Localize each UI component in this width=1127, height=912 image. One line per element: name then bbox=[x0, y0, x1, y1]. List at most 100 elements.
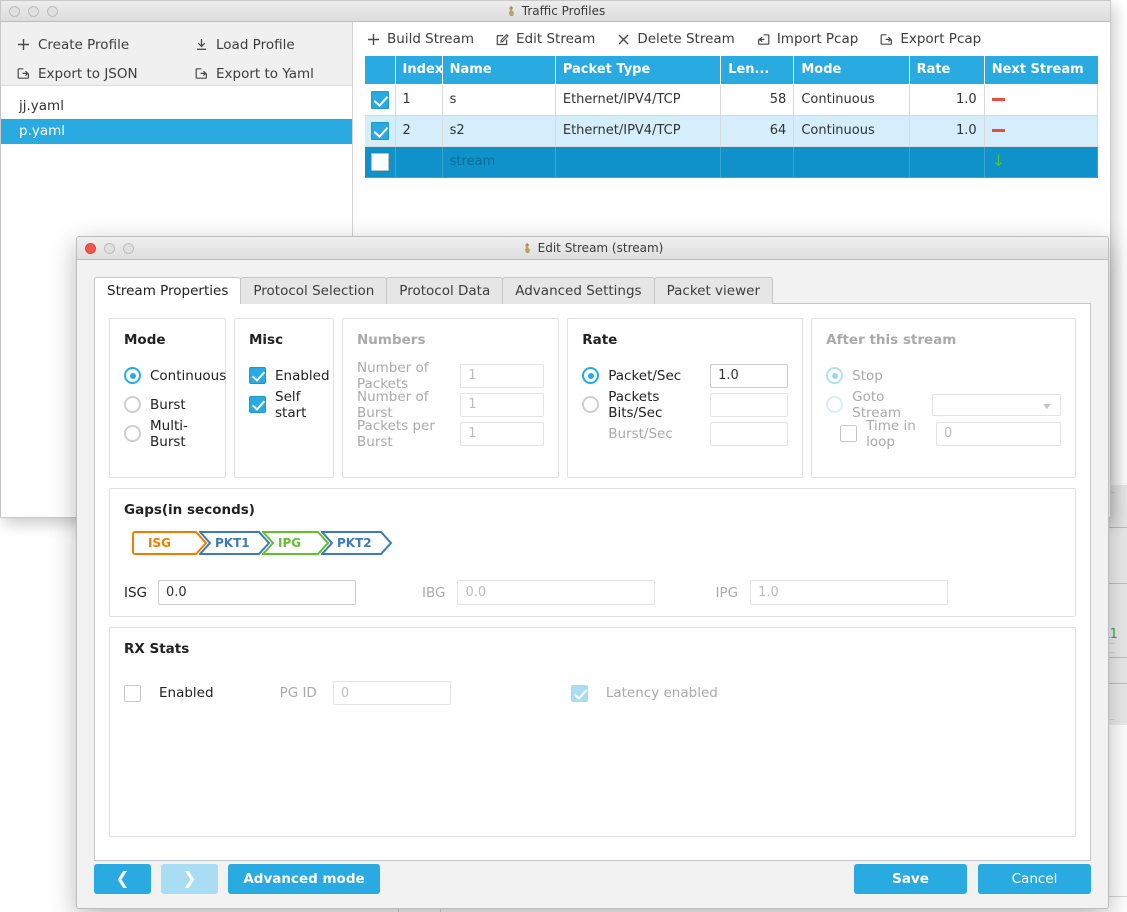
table-row[interactable]: 2 s2 Ethernet/IPV4/TCP 64 Continuous 1.0 bbox=[365, 115, 1099, 147]
export-to-json-button[interactable]: Export to JSON bbox=[1, 64, 181, 84]
row-checkbox-cell[interactable] bbox=[365, 115, 396, 147]
pg-id-input[interactable] bbox=[332, 681, 451, 705]
breadcrumb-ipg[interactable]: IPG bbox=[262, 531, 330, 555]
row-checkbox[interactable] bbox=[370, 90, 389, 109]
column-header-index[interactable]: Index bbox=[395, 56, 443, 85]
radio-icon[interactable] bbox=[826, 367, 844, 384]
cell-len: 64 bbox=[720, 115, 795, 147]
checkbox-icon[interactable] bbox=[249, 367, 266, 384]
tab-protocol-selection[interactable]: Protocol Selection bbox=[240, 277, 388, 304]
radio-packet-per-sec[interactable]: Packet/Sec bbox=[582, 367, 681, 384]
rx-stats-group: RX Stats Enabled PG ID Latency enabled bbox=[109, 627, 1076, 837]
radio-stop[interactable]: Stop bbox=[826, 361, 1061, 390]
advanced-mode-button[interactable]: Advanced mode bbox=[228, 864, 380, 894]
cell-index: 1 bbox=[395, 84, 443, 116]
time-in-loop-checkbox[interactable] bbox=[840, 425, 858, 442]
row-checkbox-cell[interactable] bbox=[365, 146, 396, 178]
ipg-input[interactable] bbox=[750, 580, 949, 605]
load-profile-button[interactable]: Load Profile bbox=[181, 35, 301, 55]
time-in-loop-input[interactable] bbox=[936, 421, 1061, 446]
export-to-yaml-button[interactable]: Export to Yaml bbox=[181, 64, 320, 84]
packet-per-sec-input[interactable] bbox=[710, 363, 789, 388]
breadcrumb-label: PKT2 bbox=[337, 536, 372, 550]
column-header-select[interactable] bbox=[365, 56, 396, 85]
column-header-name[interactable]: Name bbox=[442, 56, 556, 85]
radio-icon[interactable] bbox=[582, 396, 600, 413]
rx-enabled-checkbox[interactable] bbox=[124, 684, 141, 702]
checkbox-icon[interactable] bbox=[249, 396, 266, 413]
save-button[interactable]: Save bbox=[854, 864, 967, 894]
radio-mode-continuous[interactable]: Continuous bbox=[124, 361, 226, 390]
breadcrumb-label: IPG bbox=[278, 536, 302, 550]
radio-mode-burst[interactable]: Burst bbox=[124, 390, 211, 419]
checkbox-self-start[interactable]: Self start bbox=[249, 389, 319, 421]
import-icon bbox=[757, 33, 770, 46]
previous-button[interactable]: ❮ bbox=[94, 864, 151, 894]
mode-group-title: Mode bbox=[124, 332, 166, 348]
row-checkbox[interactable] bbox=[370, 121, 389, 140]
edit-stream-button[interactable]: Edit Stream bbox=[496, 31, 595, 47]
column-header-rate[interactable]: Rate bbox=[909, 56, 985, 85]
tab-advanced-settings[interactable]: Advanced Settings bbox=[502, 277, 655, 304]
number-of-packets-label: Number of Packets bbox=[357, 359, 429, 392]
radio-icon[interactable] bbox=[826, 396, 844, 413]
number-of-packets-row: Number of Packets bbox=[357, 359, 545, 392]
packets-per-burst-input[interactable] bbox=[460, 421, 545, 446]
create-profile-button[interactable]: Create Profile bbox=[1, 35, 181, 55]
ipg-label: IPG bbox=[715, 584, 739, 601]
isg-input[interactable] bbox=[158, 580, 356, 605]
radio-icon[interactable] bbox=[124, 425, 141, 442]
latency-enabled-checkbox[interactable] bbox=[570, 684, 588, 702]
tab-protocol-data[interactable]: Protocol Data bbox=[386, 277, 504, 304]
radio-packets-bits-per-sec-row: Packets Bits/Sec bbox=[582, 389, 789, 421]
numbers-group: Numbers Number of Packets Number of Burs… bbox=[342, 318, 560, 478]
build-stream-button[interactable]: Build Stream bbox=[367, 31, 474, 47]
burst-per-sec-row: Burst/Sec bbox=[582, 419, 789, 448]
column-header-next-stream[interactable]: Next Stream bbox=[984, 56, 1098, 85]
rx-stats-title: RX Stats bbox=[124, 641, 190, 657]
breadcrumb-isg[interactable]: ISG bbox=[132, 531, 208, 555]
tab-label: Stream Properties bbox=[107, 283, 229, 299]
radio-packets-bits-per-sec[interactable]: Packets Bits/Sec bbox=[582, 389, 710, 421]
tab-stream-properties[interactable]: Stream Properties bbox=[94, 277, 242, 304]
cell-len bbox=[720, 146, 795, 178]
row-checkbox-cell[interactable] bbox=[365, 84, 396, 116]
number-of-burst-input[interactable] bbox=[460, 392, 545, 417]
misc-group-title: Misc bbox=[249, 332, 284, 348]
column-header-len[interactable]: Len... bbox=[720, 56, 795, 85]
breadcrumb-pkt1[interactable]: PKT1 bbox=[199, 531, 271, 555]
number-of-packets-input[interactable] bbox=[460, 363, 545, 388]
delete-stream-button[interactable]: Delete Stream bbox=[617, 31, 735, 47]
plus-icon bbox=[17, 38, 30, 51]
radio-goto-stream[interactable]: Goto Stream bbox=[826, 389, 922, 421]
table-row[interactable]: stream ↓ bbox=[365, 146, 1099, 178]
cell-next-stream bbox=[984, 115, 1099, 147]
after-this-stream-group: After this stream Stop Goto Stream Time … bbox=[811, 318, 1076, 478]
ibg-input[interactable] bbox=[457, 580, 656, 605]
radio-icon[interactable] bbox=[582, 367, 600, 384]
burst-per-sec-input[interactable] bbox=[710, 421, 789, 446]
checkbox-enabled[interactable]: Enabled bbox=[249, 361, 330, 390]
build-stream-label: Build Stream bbox=[387, 31, 475, 47]
column-header-mode[interactable]: Mode bbox=[793, 56, 910, 85]
row-checkbox[interactable] bbox=[370, 152, 389, 171]
export-pcap-button[interactable]: Export Pcap bbox=[880, 31, 981, 47]
cancel-button[interactable]: Cancel bbox=[978, 864, 1091, 894]
breadcrumb-pkt2[interactable]: PKT2 bbox=[321, 531, 393, 555]
radio-mode-multi-burst[interactable]: Multi-Burst bbox=[124, 418, 211, 450]
next-button[interactable]: ❯ bbox=[161, 864, 218, 894]
cell-len: 58 bbox=[720, 84, 795, 116]
tab-packet-viewer[interactable]: Packet viewer bbox=[653, 277, 773, 304]
table-row[interactable]: 1 s Ethernet/IPV4/TCP 58 Continuous 1.0 bbox=[365, 84, 1099, 116]
ibg-label: IBG bbox=[422, 584, 446, 601]
goto-stream-select[interactable] bbox=[931, 393, 1061, 416]
column-header-packet-type[interactable]: Packet Type bbox=[555, 56, 722, 85]
list-item[interactable]: p.yaml bbox=[1, 119, 352, 144]
radio-icon[interactable] bbox=[124, 367, 141, 384]
streams-table-head: Index Name Packet Type Len... Mode Rate … bbox=[365, 56, 1098, 85]
list-item[interactable]: jj.yaml bbox=[1, 94, 352, 119]
packets-bits-per-sec-input[interactable] bbox=[710, 392, 789, 417]
radio-icon[interactable] bbox=[124, 396, 141, 413]
import-pcap-button[interactable]: Import Pcap bbox=[757, 31, 858, 47]
gaps-group: Gaps(in seconds) ISG PKT1 IPG PKT2 ISG 0… bbox=[109, 488, 1076, 617]
